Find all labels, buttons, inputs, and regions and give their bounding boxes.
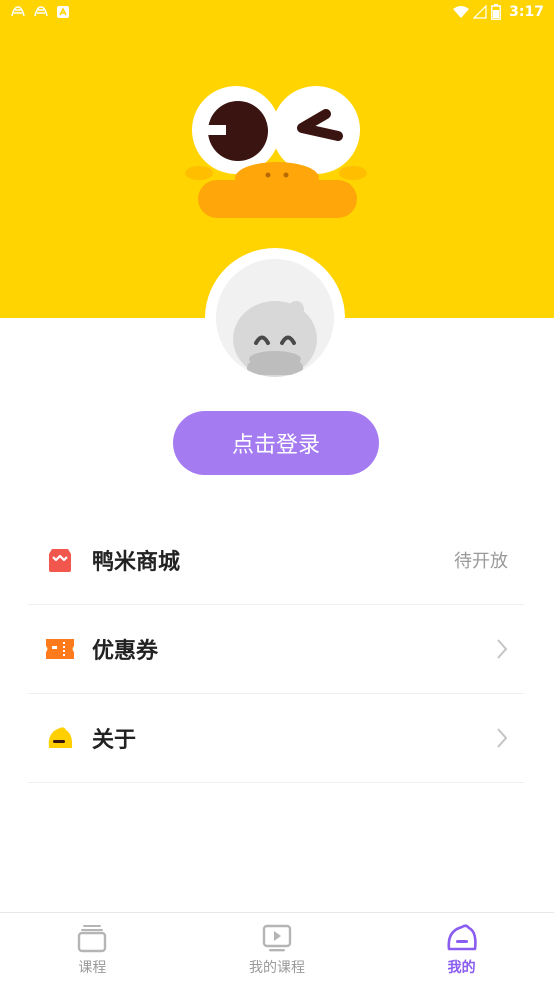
tab-label: 课程 xyxy=(78,960,107,976)
wifi-icon xyxy=(453,6,470,18)
app-store-icon xyxy=(57,6,69,18)
menu-item-coupon[interactable]: 优惠券 xyxy=(28,605,524,694)
menu-item-arrow xyxy=(496,694,508,782)
default-duck-avatar-icon xyxy=(216,259,334,377)
status-bar: 3:17 xyxy=(0,0,554,24)
menu-item-arrow xyxy=(496,605,508,693)
bottom-tab-bar: 课程 我的课程 我的 xyxy=(0,912,554,985)
avatar-ring[interactable] xyxy=(205,248,345,388)
tab-courses[interactable]: 课程 xyxy=(0,921,184,977)
status-time: 3:17 xyxy=(509,4,544,20)
shop-icon xyxy=(44,544,76,576)
tab-label: 我的 xyxy=(447,960,476,976)
login-button[interactable]: 点击登录 xyxy=(173,411,379,475)
menu-item-label: 关于 xyxy=(92,728,137,753)
menu-item-label: 鸭米商城 xyxy=(92,550,181,575)
status-bar-right: 3:17 xyxy=(453,4,544,20)
status-bar-left xyxy=(10,4,70,20)
app-notification-icon xyxy=(11,6,25,17)
app-notification-icon xyxy=(34,6,48,17)
battery-icon xyxy=(491,4,502,20)
tab-me[interactable]: 我的 xyxy=(370,921,554,977)
video-play-icon xyxy=(260,921,294,955)
menu-item-shop[interactable]: 鸭米商城 待开放 xyxy=(28,516,524,605)
duck-face-icon xyxy=(445,921,479,955)
avatar[interactable] xyxy=(216,259,334,377)
tab-my-courses[interactable]: 我的课程 xyxy=(185,921,369,977)
menu-item-label: 优惠券 xyxy=(92,639,159,664)
menu-list: 鸭米商城 待开放 优惠券 关于 xyxy=(28,516,524,783)
signal-icon xyxy=(473,5,487,19)
duck-head-icon xyxy=(44,722,76,754)
course-stack-icon xyxy=(75,921,109,955)
menu-item-status: 待开放 xyxy=(454,551,508,572)
coupon-icon xyxy=(44,633,76,665)
menu-item-about[interactable]: 关于 xyxy=(28,694,524,783)
tab-label: 我的课程 xyxy=(248,960,305,976)
chevron-right-icon xyxy=(497,639,508,659)
chevron-right-icon xyxy=(497,728,508,748)
